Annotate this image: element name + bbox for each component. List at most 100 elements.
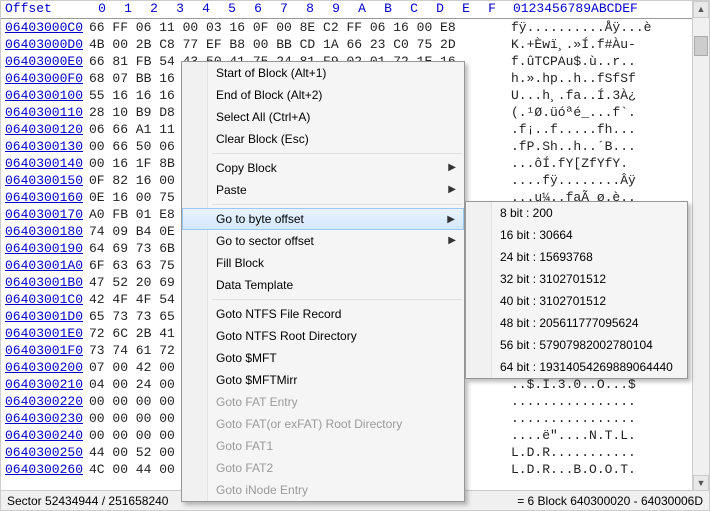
row-address[interactable]: 0640300220 bbox=[1, 393, 89, 410]
menu-item[interactable]: Paste▶ bbox=[182, 179, 464, 201]
hex-col-2: 2 bbox=[141, 1, 167, 18]
header: Offset 0123456789ABCDEF 0123456789ABCDEF bbox=[1, 1, 709, 19]
hex-col-5: 5 bbox=[219, 1, 245, 18]
status-left: Sector 52434944 / 251658240 bbox=[7, 494, 168, 508]
hex-col-B: B bbox=[375, 1, 401, 18]
scroll-thumb[interactable] bbox=[694, 36, 708, 56]
menu-item[interactable]: Copy Block▶ bbox=[182, 157, 464, 179]
menu-separator bbox=[212, 153, 462, 154]
submenu-item[interactable]: 48 bit : 205611777095624 bbox=[466, 312, 687, 334]
row-address[interactable]: 0640300150 bbox=[1, 172, 89, 189]
row-ascii[interactable]: ................ bbox=[507, 410, 709, 427]
row-address[interactable]: 0640300190 bbox=[1, 240, 89, 257]
context-menu[interactable]: Start of Block (Alt+1)End of Block (Alt+… bbox=[181, 61, 465, 502]
hex-col-7: 7 bbox=[271, 1, 297, 18]
row-address[interactable]: 0640300100 bbox=[1, 87, 89, 104]
menu-item[interactable]: Goto $MFTMirr bbox=[182, 369, 464, 391]
menu-item[interactable]: Go to byte offset▶ bbox=[182, 208, 464, 230]
submenu-item[interactable]: 8 bit : 200 bbox=[466, 202, 687, 224]
hex-headers: 0123456789ABCDEF bbox=[89, 1, 507, 18]
row-ascii[interactable]: ................ bbox=[507, 393, 709, 410]
menu-item: Goto FAT Entry bbox=[182, 391, 464, 413]
row-address[interactable]: 0640300180 bbox=[1, 223, 89, 240]
menu-item: Goto FAT(or exFAT) Root Directory bbox=[182, 413, 464, 435]
vertical-scrollbar[interactable]: ▲ ▼ bbox=[692, 1, 709, 492]
row-address[interactable]: 0640300240 bbox=[1, 427, 89, 444]
row-address[interactable]: 06403001F0 bbox=[1, 342, 89, 359]
submenu-arrow-icon: ▶ bbox=[448, 184, 456, 195]
row-ascii[interactable]: fÿ..........Åÿ...è bbox=[507, 19, 709, 36]
row-ascii[interactable]: L.D.R...B.O.O.T. bbox=[507, 461, 709, 478]
scroll-up-button[interactable]: ▲ bbox=[693, 1, 709, 18]
menu-item[interactable]: Select All (Ctrl+A) bbox=[182, 106, 464, 128]
row-ascii[interactable]: ....ë"....N.T.L. bbox=[507, 427, 709, 444]
row-address[interactable]: 06403001A0 bbox=[1, 257, 89, 274]
row-hex[interactable]: 66 FF 06 11 00 03 16 0F 00 8E C2 FF 06 1… bbox=[89, 19, 507, 36]
submenu-item[interactable]: 64 bit : 19314054269889064440 bbox=[466, 356, 687, 378]
menu-item[interactable]: Goto $MFT bbox=[182, 347, 464, 369]
row-address[interactable]: 06403000F0 bbox=[1, 70, 89, 87]
row-address[interactable]: 0640300250 bbox=[1, 444, 89, 461]
submenu-item[interactable]: 24 bit : 15693768 bbox=[466, 246, 687, 268]
row-address[interactable]: 0640300170 bbox=[1, 206, 89, 223]
hex-col-F: F bbox=[479, 1, 505, 18]
menu-item[interactable]: Start of Block (Alt+1) bbox=[182, 62, 464, 84]
row-address[interactable]: 0640300200 bbox=[1, 359, 89, 376]
submenu-item[interactable]: 40 bit : 3102701512 bbox=[466, 290, 687, 312]
row-address[interactable]: 0640300110 bbox=[1, 104, 89, 121]
row-ascii[interactable]: h.».hp..h..fSfSf bbox=[507, 70, 709, 87]
hex-col-3: 3 bbox=[167, 1, 193, 18]
hex-col-C: C bbox=[401, 1, 427, 18]
row-address[interactable]: 06403000E0 bbox=[1, 53, 89, 70]
row-address[interactable]: 0640300130 bbox=[1, 138, 89, 155]
hex-col-A: A bbox=[349, 1, 375, 18]
row-ascii[interactable]: K.+Èwï¸.»Í.f#Àu- bbox=[507, 36, 709, 53]
submenu-item[interactable]: 32 bit : 3102701512 bbox=[466, 268, 687, 290]
status-right: = 6 Block 640300020 - 64030006D bbox=[517, 494, 703, 508]
row-ascii[interactable]: f.ûTCPAu$.ù..r.. bbox=[507, 53, 709, 70]
row-address[interactable]: 0640300230 bbox=[1, 410, 89, 427]
offset-header: Offset bbox=[1, 1, 89, 18]
row-address[interactable]: 0640300160 bbox=[1, 189, 89, 206]
menu-item[interactable]: Go to sector offset▶ bbox=[182, 230, 464, 252]
row-address[interactable]: 06403000D0 bbox=[1, 36, 89, 53]
hex-row[interactable]: 06403000C066 FF 06 11 00 03 16 0F 00 8E … bbox=[1, 19, 709, 36]
submenu-item[interactable]: 16 bit : 30664 bbox=[466, 224, 687, 246]
menu-item: Goto FAT2 bbox=[182, 457, 464, 479]
hex-col-6: 6 bbox=[245, 1, 271, 18]
menu-item[interactable]: Data Template bbox=[182, 274, 464, 296]
submenu-arrow-icon: ▶ bbox=[447, 214, 455, 225]
row-address[interactable]: 06403001B0 bbox=[1, 274, 89, 291]
menu-item[interactable]: Fill Block bbox=[182, 252, 464, 274]
row-address[interactable]: 0640300260 bbox=[1, 461, 89, 478]
goto-byte-offset-submenu[interactable]: 8 bit : 20016 bit : 3066424 bit : 156937… bbox=[465, 201, 688, 379]
row-hex[interactable]: 4B 00 2B C8 77 EF B8 00 BB CD 1A 66 23 C… bbox=[89, 36, 507, 53]
hex-col-0: 0 bbox=[89, 1, 115, 18]
hex-col-9: 9 bbox=[323, 1, 349, 18]
menu-item[interactable]: End of Block (Alt+2) bbox=[182, 84, 464, 106]
hex-row[interactable]: 06403000D04B 00 2B C8 77 EF B8 00 BB CD … bbox=[1, 36, 709, 53]
row-ascii[interactable]: ....fÿ........Âÿ bbox=[507, 172, 709, 189]
menu-item[interactable]: Goto NTFS File Record bbox=[182, 303, 464, 325]
row-address[interactable]: 06403001D0 bbox=[1, 308, 89, 325]
row-address[interactable]: 06403001C0 bbox=[1, 291, 89, 308]
row-ascii[interactable]: .fP.Sh..h..´B... bbox=[507, 138, 709, 155]
hex-col-8: 8 bbox=[297, 1, 323, 18]
submenu-arrow-icon: ▶ bbox=[448, 235, 456, 246]
row-address[interactable]: 06403001E0 bbox=[1, 325, 89, 342]
row-ascii[interactable]: .f¡..f.....fh... bbox=[507, 121, 709, 138]
submenu-arrow-icon: ▶ bbox=[448, 162, 456, 173]
row-ascii[interactable]: U...h¸.fa..Í.3À¿ bbox=[507, 87, 709, 104]
row-address[interactable]: 0640300120 bbox=[1, 121, 89, 138]
hex-col-D: D bbox=[427, 1, 453, 18]
row-ascii[interactable]: L.D.R........... bbox=[507, 444, 709, 461]
submenu-item[interactable]: 56 bit : 57907982002780104 bbox=[466, 334, 687, 356]
menu-item[interactable]: Clear Block (Esc) bbox=[182, 128, 464, 150]
menu-item: Goto iNode Entry bbox=[182, 479, 464, 501]
row-address[interactable]: 06403000C0 bbox=[1, 19, 89, 36]
row-ascii[interactable]: (.¹Ø.üóªé_...f`. bbox=[507, 104, 709, 121]
row-ascii[interactable]: ...ôÍ.fY[ZfYfY. bbox=[507, 155, 709, 172]
row-address[interactable]: 0640300140 bbox=[1, 155, 89, 172]
row-address[interactable]: 0640300210 bbox=[1, 376, 89, 393]
menu-item[interactable]: Goto NTFS Root Directory bbox=[182, 325, 464, 347]
